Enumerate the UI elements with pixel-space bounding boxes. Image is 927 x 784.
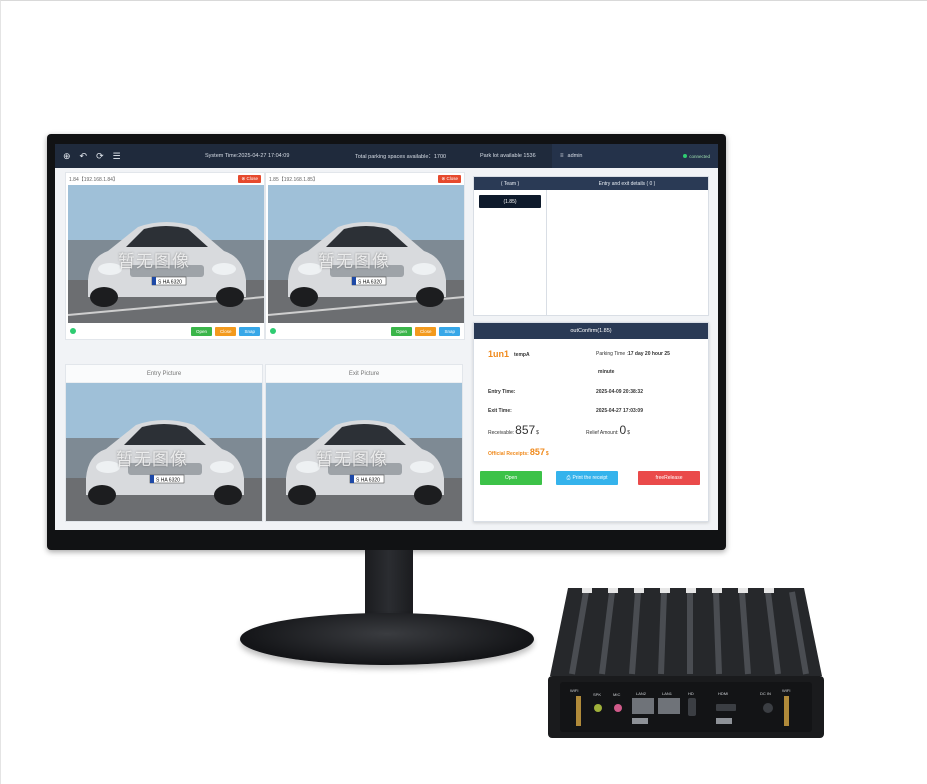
parking-time: Parking Time :17 day 20 hour 25 xyxy=(596,351,670,357)
plate-text: S HA 6320 xyxy=(356,478,380,484)
user-icon: ≡ xyxy=(560,153,564,159)
printer-icon: ⎙ xyxy=(566,475,571,481)
open-gate-button[interactable]: Open xyxy=(480,471,542,485)
camera-open-button[interactable]: Open xyxy=(390,326,412,336)
camera-panel-2: 1.85【192.168.1.85】 ⊗ Close S HA 6320 暂无图… xyxy=(265,172,465,340)
product-photo: ⊕ ↶ ⟳ ☰ System Time:2025-04-27 17:04:09 … xyxy=(0,0,927,784)
parking-time-cont: minute xyxy=(598,369,615,375)
camera-title: 1.84【192.168.1.84】 xyxy=(69,176,118,183)
plate-text: S HA 6320 xyxy=(156,478,180,484)
no-image-watermark: 暂无图像 xyxy=(118,252,190,272)
port-label: SPK xyxy=(593,692,601,697)
camera-open-button[interactable]: Open xyxy=(190,326,212,336)
camera-feed: S HA 6320 暂无图像 xyxy=(68,185,264,323)
app-topbar: ⊕ ↶ ⟳ ☰ System Time:2025-04-27 17:04:09 … xyxy=(55,144,718,168)
entry-time-label: Entry Time: xyxy=(488,389,516,395)
tab-team[interactable]: ( Team ) xyxy=(474,181,546,187)
exit-time-label: Exit Time: xyxy=(488,408,512,414)
out-confirm-panel: outConfirm(1.85) 1un1 tempA Parking Time… xyxy=(473,322,709,522)
plate-text: S HA 6320 xyxy=(358,280,382,286)
entry-picture: S HA 6320 暂无图像 xyxy=(66,383,262,521)
total-spaces: Total parking spaces available：1700 xyxy=(355,154,447,160)
no-image-watermark: 暂无图像 xyxy=(318,252,390,272)
exit-picture: S HA 6320 暂无图像 xyxy=(266,383,462,521)
camera-close-gate-button[interactable]: Close xyxy=(414,326,437,336)
port-label: WIFI xyxy=(570,688,578,693)
port-label: MIC xyxy=(613,692,620,697)
channel-chip[interactable]: (1.85) xyxy=(479,195,541,208)
monitor-base xyxy=(240,613,534,665)
camera-close-button[interactable]: ⊗ Close xyxy=(238,175,261,183)
entry-picture-title: Entry Picture xyxy=(66,365,262,383)
exit-time-value: 2025-04-27 17:03:09 xyxy=(596,408,643,414)
entry-time-value: 2025-04-09 20:38:32 xyxy=(596,389,643,395)
menu-icon[interactable]: ☰ xyxy=(113,151,121,161)
out-confirm-title: outConfirm(1.85) xyxy=(474,323,708,339)
entry-exit-panel: ( Team ) Entry and exit details ( 0 ) (1… xyxy=(473,176,709,316)
official-receipts: Official Receipts: 857 $ xyxy=(488,447,549,457)
plate-number: 1un1 xyxy=(488,349,510,359)
monitor-neck xyxy=(365,550,413,622)
system-time: System Time:2025-04-27 17:04:09 xyxy=(205,153,290,159)
port-label: LAN2 xyxy=(636,691,647,696)
connection-status: connected xyxy=(683,154,710,159)
port-label: DC IN xyxy=(760,691,771,696)
entry-picture-panel: Entry Picture S HA 6320 暂无图像 xyxy=(65,364,263,522)
camera-online-icon xyxy=(270,328,276,334)
port-label: HD xyxy=(688,691,694,696)
free-release-button[interactable]: freeRelease xyxy=(638,471,700,485)
camera-feed: S HA 6320 暂无图像 xyxy=(268,185,464,323)
camera-online-icon xyxy=(70,328,76,334)
parking-app-screen: ⊕ ↶ ⟳ ☰ System Time:2025-04-27 17:04:09 … xyxy=(55,144,718,530)
mini-pc: SPK MIC LAN2 LAN1 HD HDMI DC IN WIFI WIF… xyxy=(546,584,826,742)
exit-picture-panel: Exit Picture S HA 6320 暂无图像 xyxy=(265,364,463,522)
relief-amount: Relief Amount: 0 $ xyxy=(586,423,630,437)
camera-snap-button[interactable]: Snap xyxy=(239,326,260,336)
port-label: HDMI xyxy=(718,691,728,696)
no-image-watermark: 暂无图像 xyxy=(316,450,388,470)
port-label: WIFI xyxy=(782,688,790,693)
user-name: admin xyxy=(567,153,583,159)
camera-close-gate-button[interactable]: Close xyxy=(214,326,237,336)
status-dot-icon xyxy=(683,154,688,158)
settings-icon[interactable]: ⊕ xyxy=(63,151,71,161)
camera-close-button[interactable]: ⊗ Close xyxy=(438,175,461,183)
undo-icon[interactable]: ↶ xyxy=(80,151,88,161)
plate-text: S HA 6320 xyxy=(158,280,182,286)
user-menu[interactable]: ≡ admin connected xyxy=(552,144,718,168)
camera-title: 1.85【192.168.1.85】 xyxy=(269,176,318,183)
camera-panel-1: 1.84【192.168.1.84】 ⊗ Close S HA 6320 暂无图… xyxy=(65,172,265,340)
port-label: LAN1 xyxy=(662,691,673,696)
camera-snap-button[interactable]: Snap xyxy=(439,326,460,336)
monitor: ⊕ ↶ ⟳ ☰ System Time:2025-04-27 17:04:09 … xyxy=(47,134,726,550)
print-receipt-button[interactable]: ⎙ Print the receipt xyxy=(556,471,618,485)
logout-icon[interactable]: ⟳ xyxy=(96,151,104,161)
no-image-watermark: 暂无图像 xyxy=(116,450,188,470)
exit-picture-title: Exit Picture xyxy=(266,365,462,383)
tab-entry-exit-details[interactable]: Entry and exit details ( 0 ) xyxy=(546,181,708,187)
vehicle-type: tempA xyxy=(514,352,530,358)
lot-available: Park lot available 1536 xyxy=(480,153,536,159)
connection-label: connected xyxy=(689,153,710,159)
receivable: Receivable: 857 $ xyxy=(488,423,539,437)
